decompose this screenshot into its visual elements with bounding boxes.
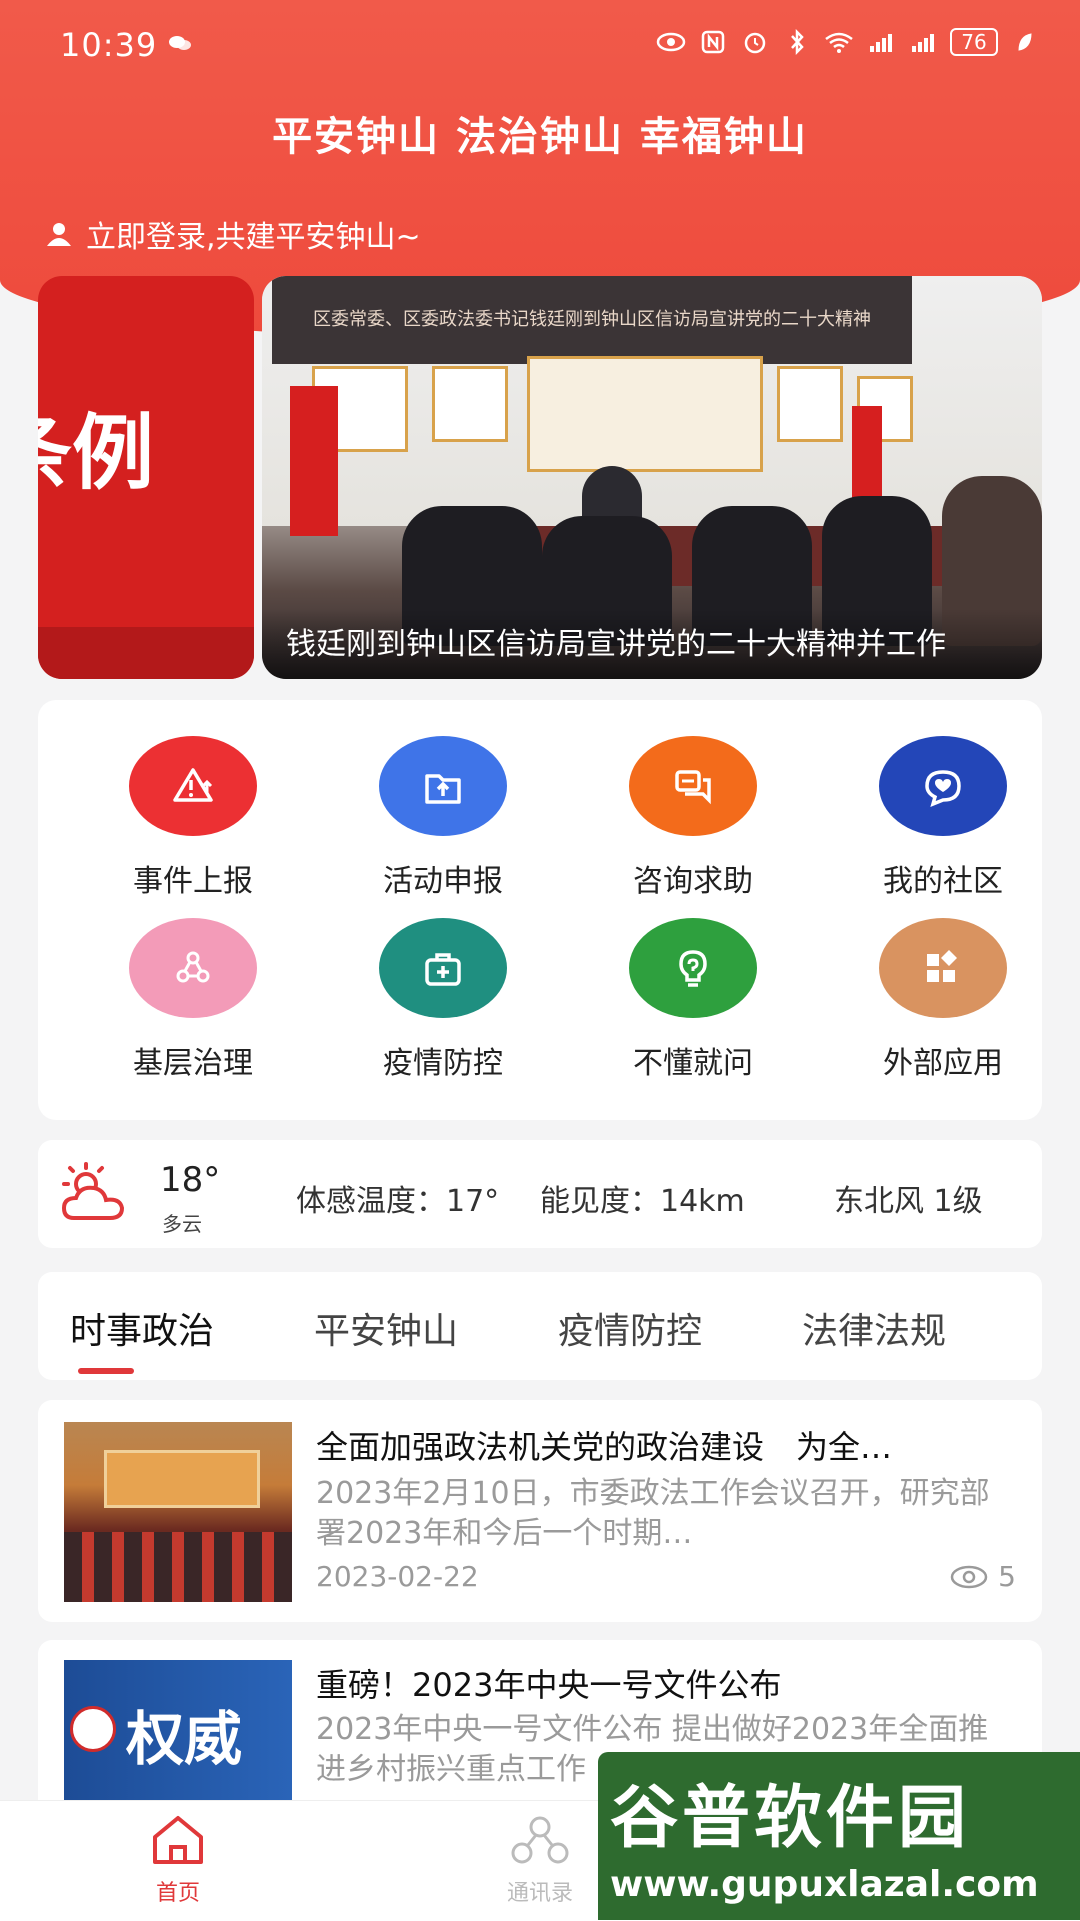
- news-tabs: 时事政治 平安钟山 疫情防控 法律法规: [38, 1272, 1042, 1380]
- nav-contacts-label: 通讯录: [506, 1881, 573, 1906]
- warning-upload-icon: [129, 736, 257, 836]
- service-item[interactable]: 不懂就问: [568, 918, 818, 1082]
- news-thumbnail-logo: [70, 1706, 116, 1752]
- banner-photo-flag: [290, 386, 338, 536]
- weather-card: 18° 多云 体感温度：17° 能见度：14km 东北风 1级: [38, 1140, 1042, 1248]
- login-text: 立即登录,共建平安钟山~: [86, 220, 421, 255]
- banner-photo-board: [432, 366, 508, 442]
- banner-sign: 区委常委、区委政法委书记钱廷刚到钟山区信访局宣讲党的二十大精神: [272, 276, 912, 364]
- hierarchy-icon: [129, 918, 257, 1018]
- service-item[interactable]: 基层治理: [68, 918, 318, 1082]
- watermark-name: 谷普软件园: [610, 1779, 971, 1858]
- watermark-overlay: 谷普软件园 www.gupuxlazal.com: [598, 1752, 1080, 1920]
- contacts-icon: [511, 1816, 569, 1864]
- user-icon: [47, 223, 71, 246]
- folder-upload-icon: [379, 736, 507, 836]
- banner-photo-board: [527, 356, 763, 472]
- news-thumbnail-audience: [64, 1532, 292, 1602]
- alarm-icon: [744, 32, 766, 54]
- leaf-icon: [1018, 33, 1032, 51]
- nav-home-label: 首页: [155, 1881, 200, 1906]
- active-tab-indicator: [78, 1368, 134, 1374]
- news-date: 2023-02-22: [316, 1560, 479, 1593]
- home-icon: [153, 1816, 203, 1864]
- news-title: 重磅！2023年中央一号文件公布: [316, 1666, 782, 1704]
- service-label: 不懂就问: [633, 1046, 753, 1081]
- news-thumbnail-stage: [104, 1450, 260, 1508]
- service-item[interactable]: 活动申报: [318, 736, 568, 900]
- signal-icon: [912, 34, 934, 52]
- banner-prev-text: 条例: [38, 405, 155, 501]
- wifi-icon: [825, 32, 853, 53]
- status-time: 10:39: [60, 26, 158, 64]
- header-slogan: 平安钟山 法治钟山 幸福钟山: [272, 114, 808, 160]
- service-label: 疫情防控: [383, 1046, 503, 1081]
- apps-grid-icon: [879, 918, 1007, 1018]
- weather-condition: 多云: [162, 1212, 202, 1236]
- news-item[interactable]: 全面加强政法机关党的政治建设 为全… 2023年2月10日，市委政法工作会议召开…: [38, 1400, 1042, 1622]
- weather-visibility: 能见度：14km: [540, 1184, 745, 1219]
- weather-feels-like: 体感温度：17°: [296, 1184, 500, 1219]
- tab-epidemic-control[interactable]: 疫情防控: [558, 1302, 702, 1354]
- heart-chat-icon: [879, 736, 1007, 836]
- service-label: 外部应用: [883, 1046, 1003, 1081]
- banner-prev-slide[interactable]: 条例: [38, 276, 254, 679]
- news-title: 全面加强政法机关党的政治建设 为全…: [316, 1428, 893, 1466]
- service-item[interactable]: 咨询求助: [568, 736, 818, 900]
- banner-prev-bottom-strip: [38, 627, 254, 679]
- wechat-icon: [169, 36, 191, 50]
- service-label: 事件上报: [133, 864, 253, 899]
- nfc-icon: [701, 30, 725, 54]
- banner-carousel[interactable]: 区委常委、区委政法委书记钱廷刚到钟山区信访局宣讲党的二十大精神 钱廷刚到钟山区信…: [262, 276, 1042, 679]
- service-label: 我的社区: [883, 864, 1003, 899]
- question-bulb-icon: [629, 918, 757, 1018]
- login-prompt[interactable]: 立即登录,共建平安钟山~: [44, 212, 421, 256]
- news-thumbnail-text: 权威: [126, 1705, 243, 1773]
- battery-indicator: 76: [950, 28, 998, 56]
- watermark-url: www.gupuxlazal.com: [610, 1864, 1039, 1905]
- banner-photo-board: [777, 366, 843, 442]
- signal-icon: [870, 34, 892, 52]
- service-item[interactable]: 疫情防控: [318, 918, 568, 1082]
- news-thumbnail: [64, 1422, 292, 1602]
- nav-contacts[interactable]: 通讯录: [480, 1813, 600, 1907]
- tab-current-affairs[interactable]: 时事政治: [70, 1302, 214, 1354]
- news-thumbnail: 权威: [64, 1660, 292, 1800]
- medical-kit-icon: [379, 918, 507, 1018]
- status-icons: 76: [656, 28, 1040, 56]
- weather-wind: 东北风 1级: [834, 1184, 983, 1219]
- banner-caption: 钱廷刚到钟山区信访局宣讲党的二十大精神并工作: [262, 609, 1042, 679]
- service-label: 活动申报: [383, 864, 503, 899]
- eye-icon: [950, 1565, 988, 1588]
- service-item[interactable]: 我的社区: [818, 736, 1068, 900]
- news-view-count: 5: [998, 1560, 1016, 1593]
- bluetooth-icon: [791, 29, 804, 55]
- news-summary: 2023年2月10日，市委政法工作会议召开，研究部署2023年和今后一个时期…: [316, 1476, 990, 1551]
- eye-icon: [656, 32, 686, 52]
- weather-temperature: 18°: [160, 1160, 221, 1200]
- cloudy-sun-icon: [61, 1162, 125, 1220]
- service-label: 咨询求助: [633, 864, 753, 899]
- news-views: 5: [950, 1560, 1016, 1593]
- tab-laws-regulations[interactable]: 法律法规: [802, 1302, 946, 1354]
- service-label: 基层治理: [133, 1046, 253, 1081]
- service-item[interactable]: 外部应用: [818, 918, 1068, 1082]
- chat-bubbles-icon: [629, 736, 757, 836]
- nav-home[interactable]: 首页: [118, 1813, 238, 1907]
- tab-safe-zhongshan[interactable]: 平安钟山: [314, 1302, 458, 1354]
- service-item[interactable]: 事件上报: [68, 736, 318, 900]
- services-grid: 事件上报 活动申报 咨询求助 我的社区基层治理 疫情防控 不懂就问 外部应用: [38, 700, 1042, 1120]
